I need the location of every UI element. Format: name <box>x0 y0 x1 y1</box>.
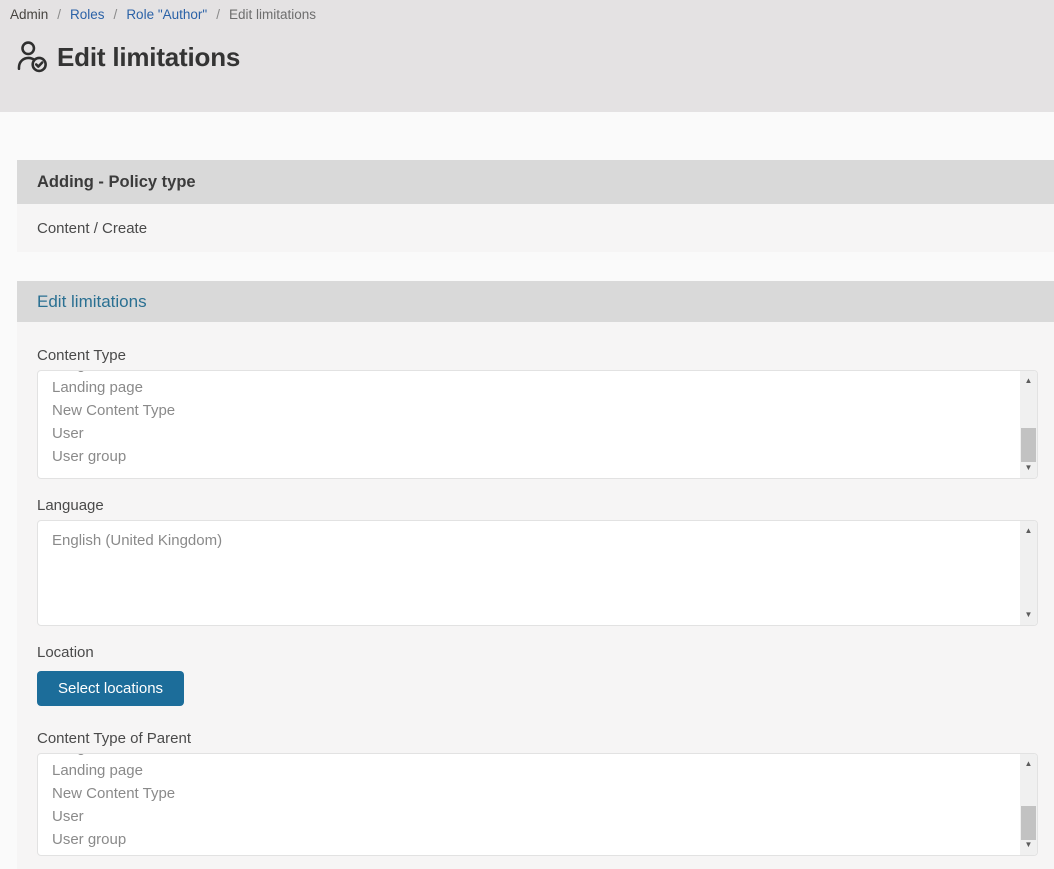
edit-limitations-section-header: Edit limitations <box>17 281 1054 322</box>
content-type-of-parent-scrollbar[interactable]: ▲ ▼ <box>1020 754 1037 855</box>
listbox-option[interactable]: User <box>52 805 1037 828</box>
scrollbar-down-arrow[interactable]: ▼ <box>1020 461 1037 475</box>
policy-type-section: Adding - Policy type Content / Create <box>17 160 1054 252</box>
location-label: Location <box>37 643 1038 662</box>
scrollbar-up-arrow[interactable]: ▲ <box>1020 524 1037 538</box>
content-type-of-parent-options: Image Landing pageNew Content TypeUserUs… <box>38 753 1037 851</box>
main-content: Adding - Policy type Content / Create Ed… <box>0 160 1054 869</box>
language-options: English (United Kingdom) <box>38 521 1037 552</box>
listbox-option[interactable]: User <box>52 422 1037 445</box>
breadcrumb-current: Edit limitations <box>229 7 316 22</box>
page-title: Edit limitations <box>57 42 240 73</box>
listbox-option[interactable]: User group <box>52 828 1037 851</box>
user-check-icon <box>16 39 50 75</box>
scrollbar-thumb[interactable] <box>1021 806 1036 840</box>
scrollbar-thumb[interactable] <box>1021 428 1036 462</box>
breadcrumb-role-author[interactable]: Role "Author" <box>126 7 207 22</box>
listbox-option[interactable]: Landing page <box>52 759 1037 782</box>
select-locations-button[interactable]: Select locations <box>37 671 184 706</box>
page-title-row: Edit limitations <box>16 39 1042 75</box>
edit-limitations-form: Content Type Image Landing pageNew Conte… <box>17 322 1054 869</box>
policy-type-value: Content / Create <box>17 204 1054 252</box>
breadcrumb-separator: / <box>57 7 61 22</box>
content-type-scrollbar[interactable]: ▲ ▼ <box>1020 371 1037 478</box>
content-type-of-parent-listbox[interactable]: Image Landing pageNew Content TypeUserUs… <box>37 753 1038 856</box>
content-type-of-parent-label: Content Type of Parent <box>37 729 1038 748</box>
language-scrollbar[interactable]: ▲ ▼ <box>1020 521 1037 625</box>
content-type-listbox[interactable]: Image Landing pageNew Content TypeUserUs… <box>37 370 1038 479</box>
policy-type-section-header: Adding - Policy type <box>17 160 1054 204</box>
breadcrumb-roles[interactable]: Roles <box>70 7 105 22</box>
language-listbox[interactable]: English (United Kingdom) ▲ ▼ <box>37 520 1038 626</box>
language-label: Language <box>37 496 1038 515</box>
breadcrumb-admin[interactable]: Admin <box>10 7 48 22</box>
breadcrumb-separator: / <box>216 7 220 22</box>
listbox-option[interactable]: New Content Type <box>52 399 1037 422</box>
listbox-option[interactable]: English (United Kingdom) <box>52 529 1037 552</box>
listbox-option[interactable]: New Content Type <box>52 782 1037 805</box>
page-header: Admin / Roles / Role "Author" / Edit lim… <box>0 0 1054 112</box>
edit-limitations-section: Edit limitations Content Type Image Land… <box>17 281 1054 869</box>
scrollbar-down-arrow[interactable]: ▼ <box>1020 608 1037 622</box>
content-type-label: Content Type <box>37 346 1038 365</box>
breadcrumb-separator: / <box>114 7 118 22</box>
listbox-option[interactable]: User group <box>52 445 1037 468</box>
content-type-options: Image Landing pageNew Content TypeUserUs… <box>38 370 1037 468</box>
scrollbar-down-arrow[interactable]: ▼ <box>1020 838 1037 852</box>
breadcrumb: Admin / Roles / Role "Author" / Edit lim… <box>10 6 1042 22</box>
listbox-option[interactable]: Landing page <box>52 376 1037 399</box>
scrollbar-up-arrow[interactable]: ▲ <box>1020 374 1037 388</box>
scrollbar-up-arrow[interactable]: ▲ <box>1020 757 1037 771</box>
